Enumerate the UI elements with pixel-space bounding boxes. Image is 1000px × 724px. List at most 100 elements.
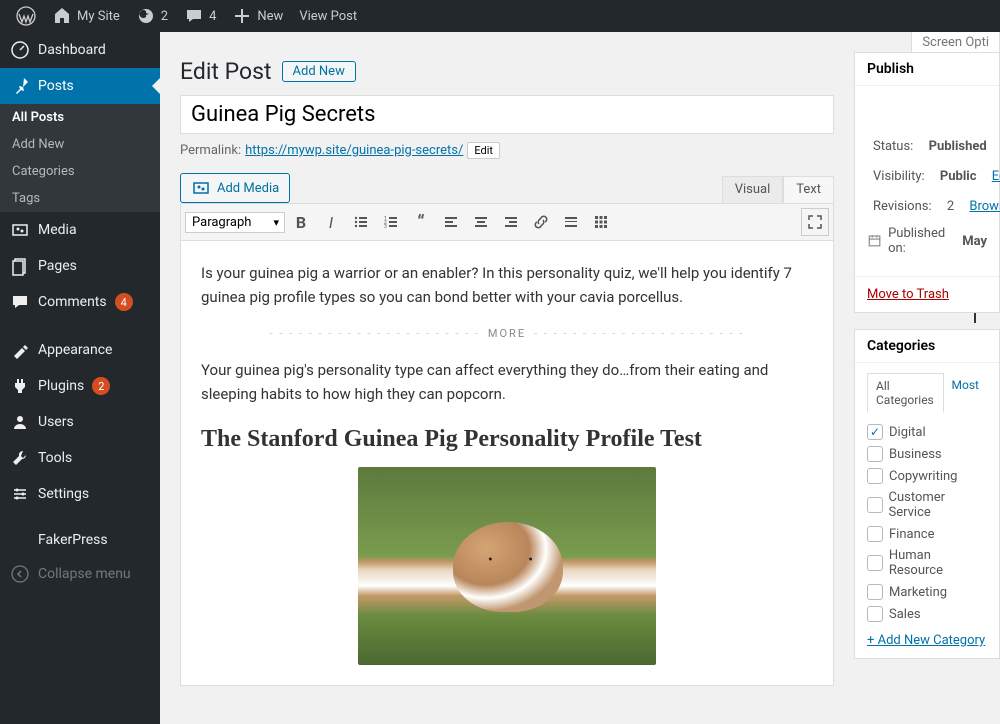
category-label: Business <box>889 447 942 462</box>
number-list-button[interactable]: 123 <box>377 208 405 236</box>
sidebar-sub-add-new[interactable]: Add New <box>0 131 160 158</box>
add-new-button[interactable]: Add New <box>282 61 356 82</box>
publish-metabox: Publish Status: Published E Visibility: … <box>854 52 1000 313</box>
content-paragraph-2: Your guinea pig's personality type can a… <box>201 358 813 406</box>
admin-sidebar: Dashboard Posts All Posts Add New Catego… <box>0 32 160 724</box>
category-checkbox[interactable] <box>867 446 883 462</box>
dashboard-icon <box>10 40 30 60</box>
sidebar-item-posts[interactable]: Posts <box>0 68 160 104</box>
new-label: New <box>257 9 283 24</box>
updates-link[interactable]: 2 <box>128 0 176 32</box>
sidebar-item-tools[interactable]: Tools <box>0 440 160 476</box>
sidebar-item-settings[interactable]: Settings <box>0 476 160 512</box>
plugins-badge: 2 <box>92 377 110 395</box>
guinea-pig-image[interactable] <box>358 467 656 665</box>
cat-tab-all[interactable]: All Categories <box>867 373 944 413</box>
svg-text:3: 3 <box>384 224 387 230</box>
tools-icon <box>10 448 30 468</box>
category-item[interactable]: Human Resource <box>867 545 987 581</box>
permalink-edit-button[interactable]: Edit <box>467 142 500 159</box>
screen-options-tab[interactable]: Screen Opti <box>911 32 1000 54</box>
bold-button[interactable]: B <box>287 208 315 236</box>
sidebar-item-dashboard[interactable]: Dashboard <box>0 32 160 68</box>
categories-metabox: Categories All Categories Most ✓DigitalB… <box>854 329 1000 659</box>
new-link[interactable]: New <box>224 0 291 32</box>
category-item[interactable]: Finance <box>867 523 987 545</box>
align-center-button[interactable] <box>467 208 495 236</box>
category-item[interactable]: Business <box>867 443 987 465</box>
format-select[interactable]: Paragraph <box>185 212 285 233</box>
collapse-icon <box>10 564 30 584</box>
category-label: Sales <box>889 607 921 622</box>
add-new-category-link[interactable]: + Add New Category <box>867 633 985 648</box>
pages-icon <box>10 256 30 276</box>
settings-icon <box>10 484 30 504</box>
category-checkbox[interactable]: ✓ <box>867 424 883 440</box>
add-media-button[interactable]: Add Media <box>180 173 290 203</box>
plugins-icon <box>10 376 30 396</box>
sidebar-collapse[interactable]: Collapse menu <box>0 556 160 592</box>
categories-list: ✓ Digital Business Copywriting Customer Serv… <box>867 413 987 633</box>
tab-visual[interactable]: Visual <box>722 176 784 203</box>
site-name: My Site <box>77 9 120 24</box>
publish-heading: Publish <box>855 53 999 86</box>
quote-button[interactable]: “ <box>407 208 435 236</box>
link-button[interactable] <box>527 208 555 236</box>
calendar-icon <box>867 231 882 251</box>
comments-badge: 4 <box>115 293 133 311</box>
italic-button[interactable]: I <box>317 208 345 236</box>
category-checkbox[interactable] <box>867 497 883 513</box>
permalink-url[interactable]: https://mywp.site/guinea-pig-secrets/ <box>245 143 463 158</box>
category-item[interactable]: Marketing <box>867 581 987 603</box>
sidebar-item-media[interactable]: Media <box>0 212 160 248</box>
category-item[interactable]: ✓ Digital <box>867 421 987 443</box>
visibility-edit-link[interactable]: Edi <box>992 169 1000 184</box>
cat-tab-most[interactable]: Most <box>944 373 987 413</box>
sidebar-sub-tags[interactable]: Tags <box>0 185 160 212</box>
sidebar-sub-all-posts[interactable]: All Posts <box>0 104 160 131</box>
editor-content[interactable]: Is your guinea pig a warrior or an enabl… <box>180 241 834 686</box>
sidebar-sub-categories[interactable]: Categories <box>0 158 160 185</box>
toolbar-toggle-button[interactable] <box>587 208 615 236</box>
topbar-comments-count: 4 <box>209 9 216 24</box>
updates-count: 2 <box>161 9 168 24</box>
pin-icon <box>10 76 30 96</box>
category-label: Digital <box>889 425 926 440</box>
align-right-button[interactable] <box>497 208 525 236</box>
sidebar-item-plugins[interactable]: Plugins2 <box>0 368 160 404</box>
sidebar-item-fakerpress[interactable]: FakerPress <box>0 524 160 556</box>
wp-logo[interactable] <box>8 0 44 32</box>
site-link[interactable]: My Site <box>44 0 128 32</box>
admin-topbar: My Site 2 4 New View Post <box>0 0 1000 32</box>
sidebar-item-pages[interactable]: Pages <box>0 248 160 284</box>
fullscreen-button[interactable] <box>801 208 829 236</box>
right-sidebar: Publish Status: Published E Visibility: … <box>854 52 1000 675</box>
media-add-icon <box>191 178 211 198</box>
category-item[interactable]: Copywriting <box>867 465 987 487</box>
category-label: Human Resource <box>889 548 987 578</box>
category-checkbox[interactable] <box>867 526 883 542</box>
sidebar-item-appearance[interactable]: Appearance <box>0 332 160 368</box>
sidebar-item-users[interactable]: Users <box>0 404 160 440</box>
category-checkbox[interactable] <box>867 606 883 622</box>
align-left-button[interactable] <box>437 208 465 236</box>
users-icon <box>10 412 30 432</box>
category-checkbox[interactable] <box>867 468 883 484</box>
category-item[interactable]: Customer Service <box>867 487 987 523</box>
comments-link[interactable]: 4 <box>176 0 224 32</box>
post-title-input[interactable] <box>180 95 834 134</box>
category-checkbox[interactable] <box>867 584 883 600</box>
tab-text[interactable]: Text <box>783 176 834 203</box>
more-button[interactable] <box>557 208 585 236</box>
sidebar-item-comments[interactable]: Comments4 <box>0 284 160 320</box>
category-label: Customer Service <box>889 490 988 520</box>
revisions-browse-link[interactable]: Browse <box>969 199 1000 214</box>
view-post-link[interactable]: View Post <box>291 0 365 32</box>
category-label: Copywriting <box>889 469 958 484</box>
content-paragraph-1: Is your guinea pig a warrior or an enabl… <box>201 261 813 309</box>
move-to-trash-link[interactable]: Move to Trash <box>867 287 949 302</box>
category-label: Marketing <box>889 585 947 600</box>
category-checkbox[interactable] <box>867 555 883 571</box>
bullet-list-button[interactable] <box>347 208 375 236</box>
category-item[interactable]: Sales <box>867 603 987 625</box>
